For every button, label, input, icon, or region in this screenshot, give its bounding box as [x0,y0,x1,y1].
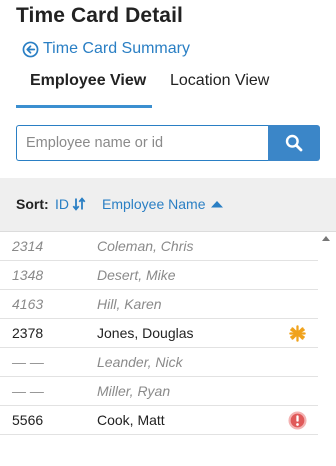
search-button[interactable] [268,125,320,161]
sort-toggle-icon [72,197,86,211]
employee-id: 1348 [12,267,44,283]
alert-icon [288,411,307,430]
asterisk-icon [289,325,306,342]
employee-name: Desert, Mike [97,267,176,283]
sort-by-name-button[interactable]: Employee Name [102,196,224,212]
sort-name-label: Employee Name [102,196,206,212]
list-scrollbar[interactable] [318,232,336,466]
employee-id: — — [12,354,44,370]
tab-employee-view[interactable]: Employee View [16,66,152,108]
sort-bar: Sort: ID Employee Name [0,178,336,232]
employee-name: Jones, Douglas [97,325,194,341]
sort-label: Sort: [16,196,49,212]
employee-row[interactable]: — — Leander, Nick [0,348,318,377]
employee-row[interactable]: 4163 Hill, Karen [0,290,318,319]
employee-id: 2378 [12,325,44,341]
employee-list: 2314 Coleman, Chris 1348 Desert, Mike 41… [0,232,318,466]
scroll-up-arrow-icon[interactable] [322,236,330,241]
employee-name: Miller, Ryan [97,383,171,399]
view-tabs: Employee View Location View [16,66,320,110]
employee-id: 2314 [12,238,44,254]
employee-row[interactable]: 2314 Coleman, Chris [0,232,318,261]
employee-id: — — [12,383,44,399]
employee-id: 5566 [12,412,44,428]
employee-name: Hill, Karen [97,296,162,312]
employee-search [16,125,320,161]
back-to-summary-link[interactable]: Time Card Summary [22,40,190,58]
employee-name: Cook, Matt [97,412,165,428]
back-link-label: Time Card Summary [43,40,190,57]
active-tab-indicator [16,105,152,108]
employee-row[interactable]: 1348 Desert, Mike [0,261,318,290]
page-title: Time Card Detail [16,4,183,27]
sort-id-label: ID [55,196,69,212]
sort-by-id-button[interactable]: ID [55,196,86,212]
sort-ascending-icon [210,201,223,208]
employee-row[interactable]: — — Miller, Ryan [0,377,318,406]
employee-row[interactable]: 2378 Jones, Douglas [0,319,318,348]
arrow-left-circle-icon [22,41,39,57]
employee-row[interactable]: 5566 Cook, Matt [0,406,318,435]
tab-location-view[interactable]: Location View [152,66,312,108]
employee-name: Coleman, Chris [97,238,194,254]
employee-search-input[interactable] [16,125,269,161]
search-icon [285,134,303,152]
employee-id: 4163 [12,296,44,312]
employee-name: Leander, Nick [97,354,183,370]
